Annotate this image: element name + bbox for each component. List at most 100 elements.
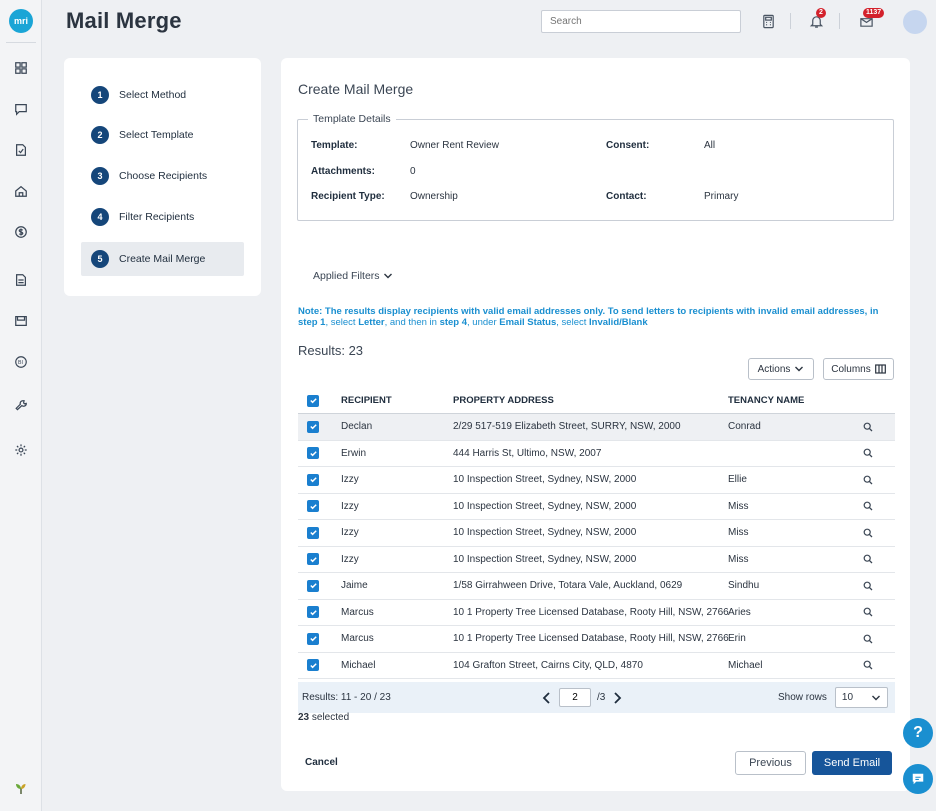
row-checkbox[interactable] [307,553,319,566]
help-button[interactable]: ? [903,718,933,748]
cell-tenancy-name: Miss [728,500,749,512]
cell-tenancy-name: Conrad [728,421,761,433]
note-step1: step 1 [298,317,326,328]
chat-bubble-button[interactable] [903,764,933,794]
search-icon[interactable] [858,501,878,511]
table-row[interactable]: Michael 104 Grafton Street, Cairns City, … [298,653,895,679]
cell-tenancy-name: Erin [728,633,746,645]
note-email-status: Email Status [499,317,557,328]
create-mail-merge-card: Create Mail Merge Template Details Templ… [281,58,910,791]
search-icon[interactable] [858,660,878,670]
bi-icon[interactable]: BI [11,352,31,372]
note-text: Note: The results display recipients wit… [298,306,879,317]
step-create-mail-merge[interactable]: 5 Create Mail Merge [81,242,244,276]
table-row[interactable]: Izzy 10 Inspection Street, Sydney, NSW, 2… [298,467,895,494]
row-checkbox[interactable] [307,447,319,460]
leaf-icon[interactable] [13,780,29,796]
search-icon[interactable] [858,634,878,644]
results-count: Results: 23 [298,343,364,358]
chevron-right-icon[interactable] [611,691,623,705]
cell-property-address: 444 Harris St, Ultimo, NSW, 2007 [453,447,602,459]
total-pages: /3 [597,692,606,703]
contact-label: Contact: [606,191,647,202]
dashboard-icon[interactable] [11,58,31,78]
step-number: 4 [91,208,109,226]
col-tenancy-name[interactable]: TENANCY NAME [728,395,858,406]
col-recipient[interactable]: RECIPIENT [341,395,453,406]
selected-count: 23 selected [298,712,349,723]
document-check-icon[interactable] [11,140,31,160]
home-icon[interactable] [11,181,31,201]
table-row[interactable]: Erwin 444 Harris St, Ultimo, NSW, 2007 [298,441,895,467]
calculator-icon[interactable] [757,10,779,32]
page-number-input[interactable] [559,688,591,707]
step-select-template[interactable]: 2 Select Template [81,118,244,152]
step-label: Create Mail Merge [119,253,206,265]
columns-button[interactable]: Columns [823,358,894,380]
table-row[interactable]: Izzy 10 Inspection Street, Sydney, NSW, 2… [298,547,895,573]
cell-property-address: 10 Inspection Street, Sydney, NSW, 2000 [453,553,637,565]
step-filter-recipients[interactable]: 4 Filter Recipients [81,200,244,234]
step-number: 5 [91,250,109,268]
table-row[interactable]: Declan 2/29 517-519 Elizabeth Street, SUR… [298,414,895,441]
mri-logo[interactable]: mri [9,9,33,33]
cell-recipient: Erwin [341,447,367,459]
row-checkbox[interactable] [307,632,319,645]
step-choose-recipients[interactable]: 3 Choose Recipients [81,159,244,193]
search-icon[interactable] [858,528,878,538]
settings-icon[interactable] [11,440,31,460]
chat-icon[interactable] [11,99,31,119]
table-row[interactable]: Marcus 10 1 Property Tree Licensed Databa… [298,600,895,626]
row-checkbox[interactable] [307,473,319,486]
row-checkbox[interactable] [307,420,319,433]
col-property-address[interactable]: PROPERTY ADDRESS [453,395,728,406]
table-row[interactable]: Jaime 1/58 Girrahween Drive, Totara Vale,… [298,573,895,600]
select-all-checkbox[interactable] [307,394,319,407]
cancel-button[interactable]: Cancel [305,757,338,768]
search-icon[interactable] [858,607,878,617]
cell-recipient: Michael [341,659,376,671]
applied-filters-toggle[interactable]: Applied Filters [313,270,393,282]
search-icon[interactable] [858,422,878,432]
table-row[interactable]: Marcus 10 1 Property Tree Licensed Databa… [298,626,895,653]
consent-label: Consent: [606,140,650,151]
svg-text:BI: BI [18,360,23,366]
wrench-icon[interactable] [11,396,31,416]
search-icon[interactable] [858,554,878,564]
search-icon[interactable] [858,581,878,591]
template-details-legend: Template Details [308,113,396,125]
table-row[interactable]: Izzy 10 Inspection Street, Sydney, NSW, 2… [298,520,895,547]
header-divider [839,13,840,29]
cell-property-address: 10 1 Property Tree Licensed Database, Ro… [453,633,729,645]
row-checkbox[interactable] [307,579,319,592]
row-checkbox[interactable] [307,659,319,672]
cell-tenancy-name: Aries [728,606,751,618]
user-avatar[interactable] [903,10,927,34]
send-email-button[interactable]: Send Email [812,751,892,775]
chevron-left-icon[interactable] [541,691,553,705]
actions-button[interactable]: Actions [748,358,814,380]
step-number: 1 [91,86,109,104]
row-checkbox[interactable] [307,500,319,513]
previous-button[interactable]: Previous [735,751,806,775]
ledger-icon[interactable] [11,270,31,290]
table-header: RECIPIENT PROPERTY ADDRESS TENANCY NAME [298,388,895,414]
show-rows-label: Show rows [778,692,827,703]
row-checkbox[interactable] [307,606,319,619]
search-icon[interactable] [858,448,878,458]
step-select-method[interactable]: 1 Select Method [81,78,244,112]
recipient-type-value: Ownership [410,191,458,202]
rows-per-page-select[interactable]: 10 [834,687,888,708]
note-text: , and then in [384,317,440,328]
columns-label: Columns [831,363,871,375]
attachments-label: Attachments: [311,166,375,177]
dollar-icon[interactable] [11,222,31,242]
inbox-icon[interactable] [11,311,31,331]
pagination-bar: Results: 11 - 20 / 23 /3 Show rows 10 [298,682,895,713]
cell-tenancy-name: Sindhu [728,580,760,592]
search-input[interactable] [541,10,741,33]
table-row[interactable]: Izzy 10 Inspection Street, Sydney, NSW, 2… [298,494,895,520]
cell-tenancy-name: Michael [728,659,763,671]
row-checkbox[interactable] [307,526,319,539]
search-icon[interactable] [858,475,878,485]
